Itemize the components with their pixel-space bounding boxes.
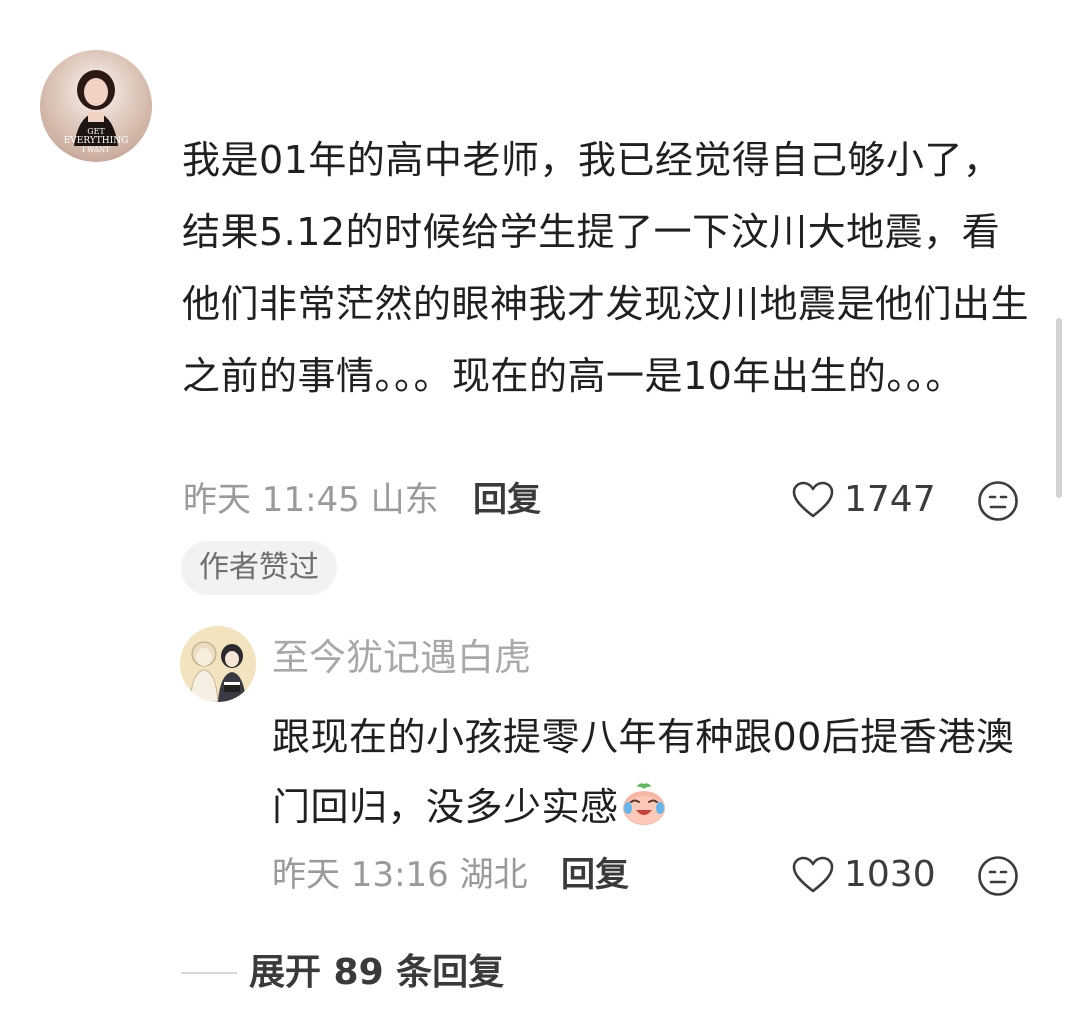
avatar-image: GET EVERYTHING I WANT	[40, 50, 152, 162]
author-liked-badge: 作者赞过	[181, 541, 337, 595]
expand-divider	[181, 972, 237, 974]
heart-icon	[792, 856, 834, 893]
like-button[interactable]: 1747	[792, 478, 936, 522]
reply-timestamp: 昨天 13:16 湖北	[272, 855, 528, 895]
reply-like-count: 1030	[844, 854, 936, 895]
reply-username[interactable]: 至今犹记遇白虎	[272, 632, 531, 684]
reply-like-button[interactable]: 1030	[792, 853, 936, 897]
reply-avatar-image	[180, 626, 256, 702]
avatar[interactable]: GET EVERYTHING I WANT	[40, 50, 152, 162]
svg-text:EVERYTHING: EVERYTHING	[64, 136, 129, 146]
scrollbar[interactable]	[1056, 318, 1062, 498]
comment-text: 我是01年的高中老师，我已经觉得自己够小了，结果5.12的时候给学生提了一下汶川…	[182, 138, 1030, 398]
reply-text: 跟现在的小孩提零八年有种跟00后提香港澳门回归，没多少实感	[272, 702, 1042, 842]
heart-icon	[792, 481, 834, 518]
like-count: 1747	[844, 479, 936, 520]
expand-replies-button[interactable]: 展开 89 条回复	[249, 948, 504, 998]
comment-timestamp: 昨天 11:45 山东	[183, 480, 439, 520]
crying-laughing-peach-emoji-icon	[622, 783, 665, 825]
svg-text:GET: GET	[87, 127, 105, 136]
svg-text:I WANT: I WANT	[82, 146, 110, 154]
reply-button[interactable]: 回复	[473, 478, 541, 522]
reply-reply-button[interactable]: 回复	[561, 853, 629, 897]
dislike-face-icon[interactable]	[977, 855, 1019, 897]
dislike-face-icon[interactable]	[977, 480, 1019, 522]
reply-avatar[interactable]	[180, 626, 256, 702]
comment-thread: GET EVERYTHING I WANT 我是01年的高中老师，我已经觉得自己…	[0, 0, 1079, 1021]
